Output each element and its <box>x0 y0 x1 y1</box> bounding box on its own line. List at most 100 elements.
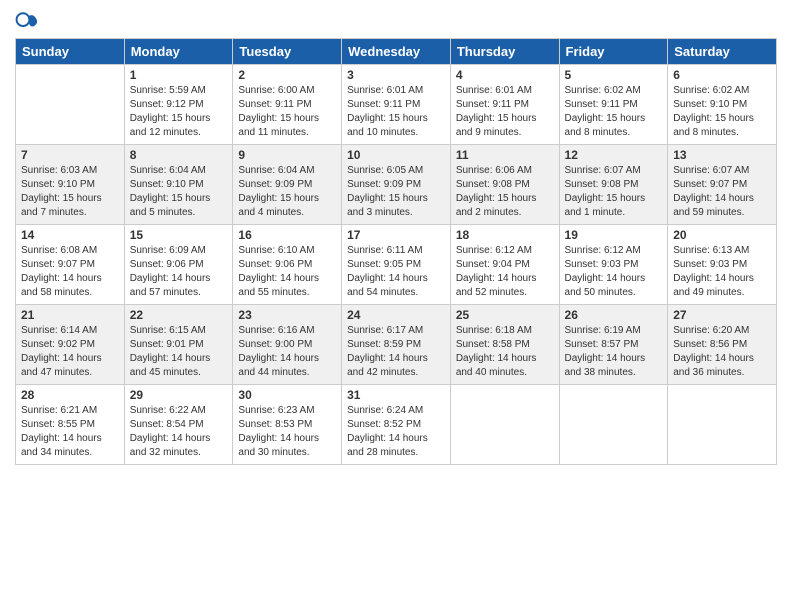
calendar-cell: 30 Sunrise: 6:23 AM Sunset: 8:53 PM Dayli… <box>233 385 342 465</box>
calendar-week-2: 7Sunrise: 6:03 AM Sunset: 9:10 PM Daylig… <box>16 145 777 225</box>
day-info: Sunrise: 6:02 AM Sunset: 9:10 PM Dayligh… <box>673 84 771 140</box>
day-number: 19 <box>565 228 663 242</box>
calendar-week-4: 21 Sunrise: 6:14 AM Sunset: 9:02 PM Dayli… <box>16 305 777 385</box>
day-number: 9 <box>238 148 336 162</box>
day-number: 31 <box>347 388 445 402</box>
calendar-week-5: 28 Sunrise: 6:21 AM Sunset: 8:55 PM Dayli… <box>16 385 777 465</box>
day-info: Sunrise: 6:23 AM Sunset: 8:53 PM Dayligh… <box>238 404 336 460</box>
calendar-cell <box>450 385 559 465</box>
calendar-cell: 9 Sunrise: 6:04 AM Sunset: 9:09 PM Daylig… <box>233 145 342 225</box>
calendar-cell: 17Sunrise: 6:11 AM Sunset: 9:05 PM Dayli… <box>342 225 451 305</box>
logo-icon <box>15 10 39 34</box>
calendar-cell: 18 Sunrise: 6:12 AM Sunset: 9:04 PM Dayli… <box>450 225 559 305</box>
day-number: 27 <box>673 308 771 322</box>
header <box>15 10 777 34</box>
calendar-cell: 3 Sunrise: 6:01 AM Sunset: 9:11 PM Daylig… <box>342 65 451 145</box>
calendar-cell <box>668 385 777 465</box>
day-info: Sunrise: 6:10 AM Sunset: 9:06 PM Dayligh… <box>238 244 336 300</box>
day-info: Sunrise: 6:16 AM Sunset: 9:00 PM Dayligh… <box>238 324 336 380</box>
day-info: Sunrise: 6:07 AM Sunset: 9:07 PM Dayligh… <box>673 164 771 220</box>
calendar-header-sunday: Sunday <box>16 39 125 65</box>
day-number: 3 <box>347 68 445 82</box>
day-number: 20 <box>673 228 771 242</box>
day-info: Sunrise: 6:01 AM Sunset: 9:11 PM Dayligh… <box>456 84 554 140</box>
day-info: Sunrise: 6:08 AM Sunset: 9:07 PM Dayligh… <box>21 244 119 300</box>
calendar-cell: 4 Sunrise: 6:01 AM Sunset: 9:11 PM Daylig… <box>450 65 559 145</box>
calendar-week-1: 1 Sunrise: 5:59 AM Sunset: 9:12 PM Daylig… <box>16 65 777 145</box>
day-number: 21 <box>21 308 119 322</box>
day-info: Sunrise: 6:01 AM Sunset: 9:11 PM Dayligh… <box>347 84 445 140</box>
page-container: SundayMondayTuesdayWednesdayThursdayFrid… <box>0 0 792 475</box>
day-number: 29 <box>130 388 228 402</box>
day-number: 28 <box>21 388 119 402</box>
day-number: 10 <box>347 148 445 162</box>
calendar-header-wednesday: Wednesday <box>342 39 451 65</box>
day-info: Sunrise: 6:21 AM Sunset: 8:55 PM Dayligh… <box>21 404 119 460</box>
day-info: Sunrise: 6:00 AM Sunset: 9:11 PM Dayligh… <box>238 84 336 140</box>
day-number: 1 <box>130 68 228 82</box>
calendar-cell: 22 Sunrise: 6:15 AM Sunset: 9:01 PM Dayli… <box>124 305 233 385</box>
day-info: Sunrise: 6:04 AM Sunset: 9:09 PM Dayligh… <box>238 164 336 220</box>
calendar-table: SundayMondayTuesdayWednesdayThursdayFrid… <box>15 38 777 465</box>
day-number: 23 <box>238 308 336 322</box>
calendar-cell: 24Sunrise: 6:17 AM Sunset: 8:59 PM Dayli… <box>342 305 451 385</box>
day-info: Sunrise: 6:07 AM Sunset: 9:08 PM Dayligh… <box>565 164 663 220</box>
day-info: Sunrise: 6:15 AM Sunset: 9:01 PM Dayligh… <box>130 324 228 380</box>
calendar-cell: 2 Sunrise: 6:00 AM Sunset: 9:11 PM Daylig… <box>233 65 342 145</box>
day-info: Sunrise: 6:24 AM Sunset: 8:52 PM Dayligh… <box>347 404 445 460</box>
day-number: 11 <box>456 148 554 162</box>
calendar-cell: 12 Sunrise: 6:07 AM Sunset: 9:08 PM Dayli… <box>559 145 668 225</box>
day-info: Sunrise: 6:02 AM Sunset: 9:11 PM Dayligh… <box>565 84 663 140</box>
day-number: 22 <box>130 308 228 322</box>
day-number: 15 <box>130 228 228 242</box>
calendar-header-friday: Friday <box>559 39 668 65</box>
day-info: Sunrise: 6:18 AM Sunset: 8:58 PM Dayligh… <box>456 324 554 380</box>
day-number: 16 <box>238 228 336 242</box>
calendar-cell: 13 Sunrise: 6:07 AM Sunset: 9:07 PM Dayli… <box>668 145 777 225</box>
day-number: 30 <box>238 388 336 402</box>
calendar-header-row: SundayMondayTuesdayWednesdayThursdayFrid… <box>16 39 777 65</box>
day-number: 12 <box>565 148 663 162</box>
day-number: 7 <box>21 148 119 162</box>
calendar-cell: 28 Sunrise: 6:21 AM Sunset: 8:55 PM Dayli… <box>16 385 125 465</box>
calendar-cell: 5Sunrise: 6:02 AM Sunset: 9:11 PM Daylig… <box>559 65 668 145</box>
day-info: Sunrise: 6:05 AM Sunset: 9:09 PM Dayligh… <box>347 164 445 220</box>
calendar-cell: 6Sunrise: 6:02 AM Sunset: 9:10 PM Daylig… <box>668 65 777 145</box>
calendar-cell: 20 Sunrise: 6:13 AM Sunset: 9:03 PM Dayli… <box>668 225 777 305</box>
calendar-cell: 1 Sunrise: 5:59 AM Sunset: 9:12 PM Daylig… <box>124 65 233 145</box>
day-number: 14 <box>21 228 119 242</box>
day-number: 8 <box>130 148 228 162</box>
calendar-cell: 31 Sunrise: 6:24 AM Sunset: 8:52 PM Dayli… <box>342 385 451 465</box>
day-number: 24 <box>347 308 445 322</box>
calendar-week-3: 14 Sunrise: 6:08 AM Sunset: 9:07 PM Dayli… <box>16 225 777 305</box>
calendar-cell: 10 Sunrise: 6:05 AM Sunset: 9:09 PM Dayli… <box>342 145 451 225</box>
day-info: Sunrise: 6:11 AM Sunset: 9:05 PM Dayligh… <box>347 244 445 300</box>
day-info: Sunrise: 6:22 AM Sunset: 8:54 PM Dayligh… <box>130 404 228 460</box>
day-number: 13 <box>673 148 771 162</box>
day-number: 2 <box>238 68 336 82</box>
day-info: Sunrise: 6:20 AM Sunset: 8:56 PM Dayligh… <box>673 324 771 380</box>
calendar-header-tuesday: Tuesday <box>233 39 342 65</box>
calendar-cell: 14 Sunrise: 6:08 AM Sunset: 9:07 PM Dayli… <box>16 225 125 305</box>
calendar-cell: 25 Sunrise: 6:18 AM Sunset: 8:58 PM Dayli… <box>450 305 559 385</box>
day-number: 18 <box>456 228 554 242</box>
calendar-cell: 29 Sunrise: 6:22 AM Sunset: 8:54 PM Dayli… <box>124 385 233 465</box>
day-number: 25 <box>456 308 554 322</box>
calendar-header-thursday: Thursday <box>450 39 559 65</box>
calendar-cell: 19 Sunrise: 6:12 AM Sunset: 9:03 PM Dayli… <box>559 225 668 305</box>
day-info: Sunrise: 6:19 AM Sunset: 8:57 PM Dayligh… <box>565 324 663 380</box>
day-number: 4 <box>456 68 554 82</box>
day-info: Sunrise: 5:59 AM Sunset: 9:12 PM Dayligh… <box>130 84 228 140</box>
day-info: Sunrise: 6:13 AM Sunset: 9:03 PM Dayligh… <box>673 244 771 300</box>
day-info: Sunrise: 6:12 AM Sunset: 9:03 PM Dayligh… <box>565 244 663 300</box>
day-info: Sunrise: 6:06 AM Sunset: 9:08 PM Dayligh… <box>456 164 554 220</box>
day-info: Sunrise: 6:14 AM Sunset: 9:02 PM Dayligh… <box>21 324 119 380</box>
calendar-header-saturday: Saturday <box>668 39 777 65</box>
day-number: 26 <box>565 308 663 322</box>
calendar-cell: 27 Sunrise: 6:20 AM Sunset: 8:56 PM Dayli… <box>668 305 777 385</box>
calendar-cell: 16 Sunrise: 6:10 AM Sunset: 9:06 PM Dayli… <box>233 225 342 305</box>
day-info: Sunrise: 6:09 AM Sunset: 9:06 PM Dayligh… <box>130 244 228 300</box>
logo <box>15 10 43 34</box>
calendar-cell: 8Sunrise: 6:04 AM Sunset: 9:10 PM Daylig… <box>124 145 233 225</box>
day-info: Sunrise: 6:12 AM Sunset: 9:04 PM Dayligh… <box>456 244 554 300</box>
